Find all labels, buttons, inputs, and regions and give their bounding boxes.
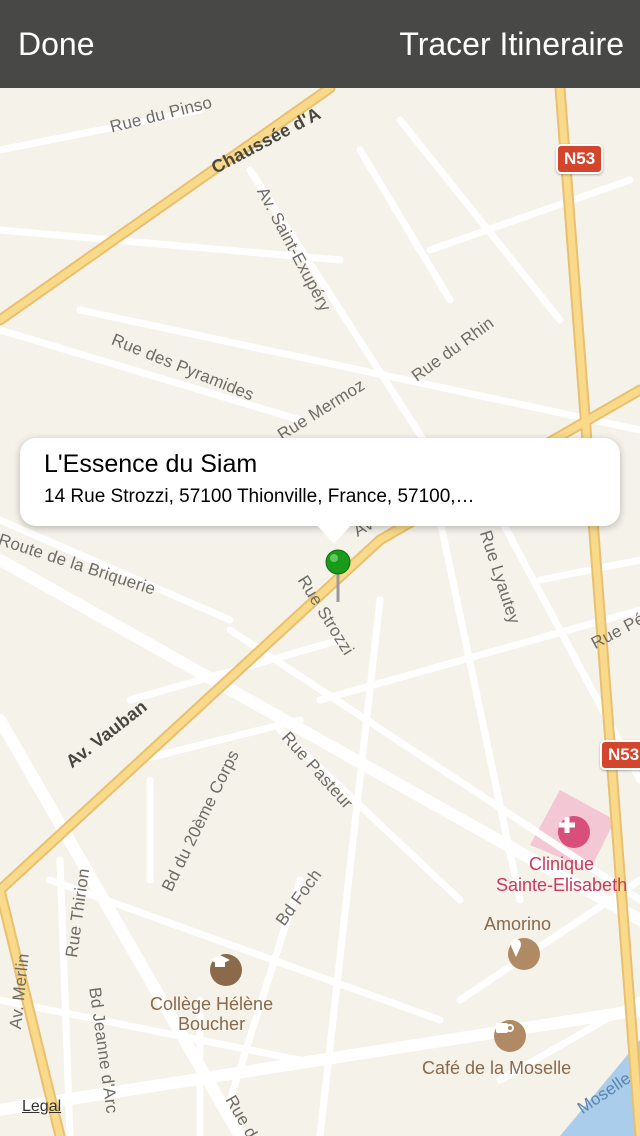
route-button[interactable]: Tracer Itineraire: [399, 22, 624, 66]
callout-title: L'Essence du Siam: [44, 450, 258, 478]
pin-icon[interactable]: [324, 548, 352, 609]
ice-cream-icon[interactable]: [508, 938, 540, 970]
poi-label-clinique[interactable]: Clinique Sainte-Elisabeth: [496, 854, 627, 896]
poi-label-amorino[interactable]: Amorino: [484, 914, 551, 935]
hospital-cross-icon[interactable]: [558, 816, 590, 848]
graduation-cap-icon[interactable]: [210, 954, 242, 986]
legal-link[interactable]: Legal: [22, 1098, 61, 1116]
road-shield: N53: [556, 144, 604, 174]
annotation-callout[interactable]: L'Essence du Siam 14 Rue Strozzi, 57100 …: [20, 438, 620, 544]
road-shield: N53: [600, 740, 640, 770]
poi-label-college[interactable]: Collège Hélène Boucher: [150, 994, 273, 1034]
map-view[interactable]: Rue du Pinso Chaussée d'A Av. Saint-Exup…: [0, 88, 640, 1136]
coffee-cup-icon[interactable]: [494, 1020, 526, 1052]
poi-label-cafe[interactable]: Café de la Moselle: [422, 1058, 571, 1079]
navigation-bar: Done Tracer Itineraire: [0, 0, 640, 88]
callout-address: 14 Rue Strozzi, 57100 Thionville, France…: [44, 486, 475, 507]
done-button[interactable]: Done: [18, 22, 95, 66]
